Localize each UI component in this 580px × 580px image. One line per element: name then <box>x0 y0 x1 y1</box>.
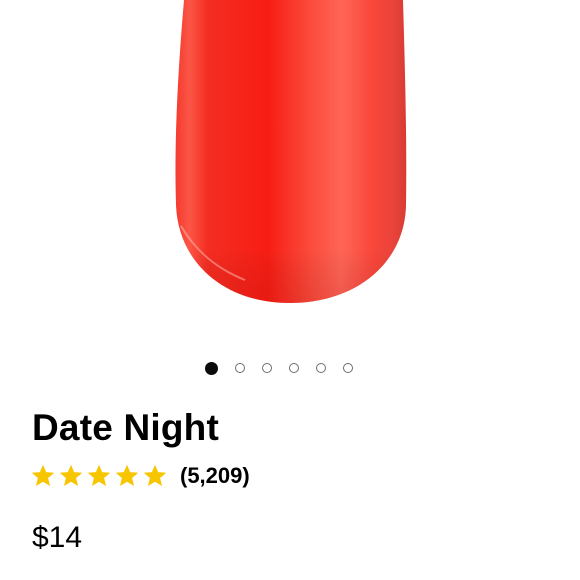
star-icon <box>115 464 139 486</box>
product-image-gallery[interactable] <box>0 0 580 345</box>
pagination-dot-1[interactable] <box>205 361 218 375</box>
pagination-dot-4[interactable] <box>289 363 299 373</box>
star-icon <box>59 464 83 486</box>
pagination-dot-5[interactable] <box>316 363 326 373</box>
pagination-dot-6[interactable] <box>343 363 353 373</box>
star-icon <box>143 464 167 486</box>
star-icon <box>87 464 111 486</box>
rating-summary[interactable]: (5,209) <box>30 460 250 492</box>
star-rating <box>30 463 168 489</box>
product-page: Date Night (5,209) $14 <box>0 0 580 580</box>
star-icon <box>31 464 55 486</box>
gallery-pagination <box>205 361 353 375</box>
product-price: $14 <box>32 521 83 554</box>
review-count[interactable]: (5,209) <box>180 460 250 492</box>
product-title: Date Night <box>32 407 219 448</box>
pagination-dot-3[interactable] <box>262 363 272 373</box>
nail-swatch-image <box>175 0 407 304</box>
pagination-dot-2[interactable] <box>235 363 245 373</box>
